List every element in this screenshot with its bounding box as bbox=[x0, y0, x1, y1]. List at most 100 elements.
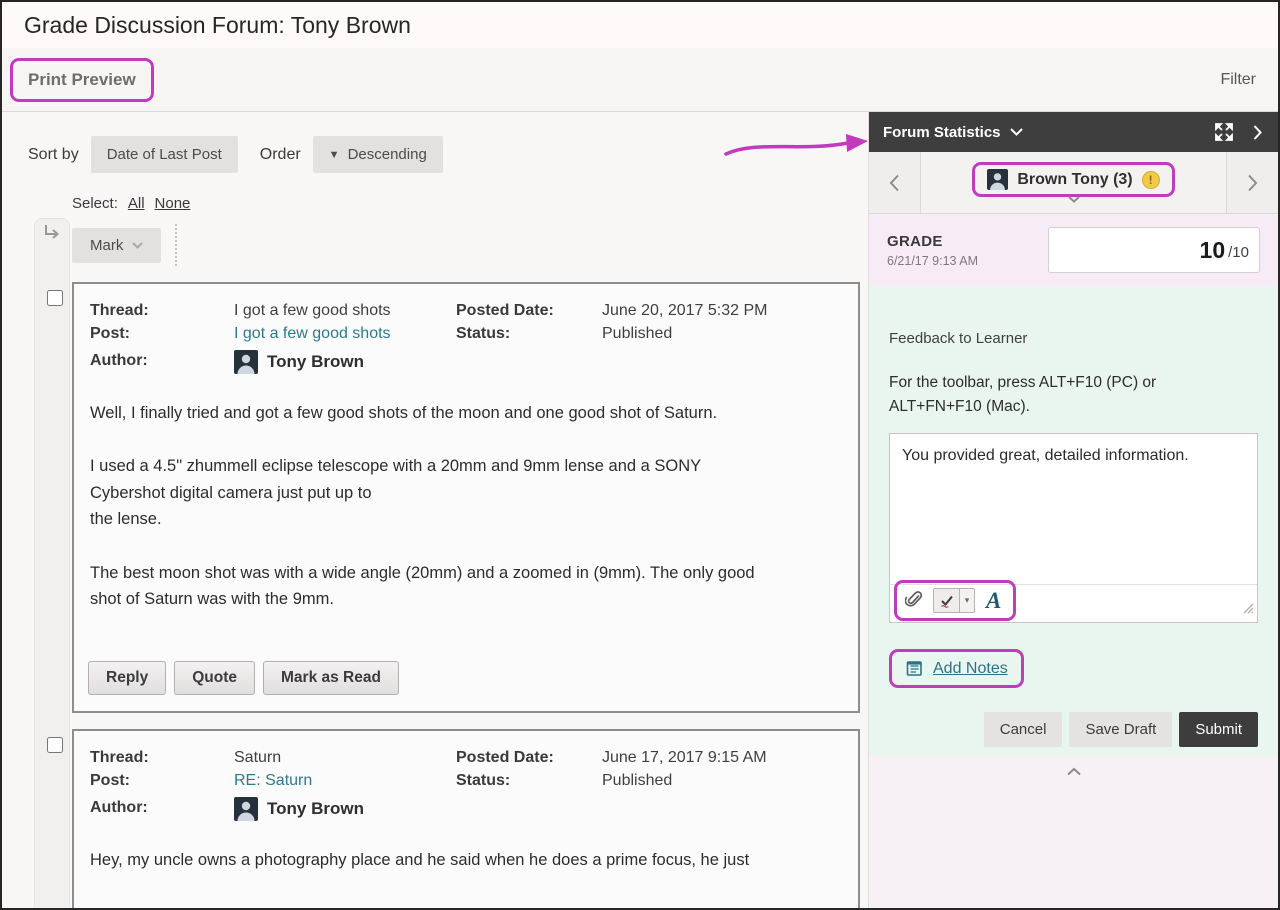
status-label: Status: bbox=[456, 772, 602, 790]
grade-section: GRADE 6/21/17 9:13 AM /10 bbox=[869, 214, 1278, 286]
post-meta: Thread: Saturn Posted Date: June 17, 201… bbox=[74, 731, 858, 821]
quote-button[interactable]: Quote bbox=[174, 661, 255, 695]
post-select-checkbox[interactable] bbox=[47, 290, 63, 306]
sort-by-label: Sort by bbox=[28, 146, 79, 164]
save-draft-button[interactable]: Save Draft bbox=[1069, 712, 1172, 747]
student-dropdown-icon[interactable] bbox=[1068, 196, 1080, 203]
thread-value: I got a few good shots bbox=[234, 302, 456, 320]
post-card: Thread: I got a few good shots Posted Da… bbox=[72, 282, 860, 713]
post-paragraph: Well, I finally tried and got a few good… bbox=[90, 400, 842, 426]
maximize-icon[interactable] bbox=[1215, 123, 1233, 141]
posted-date-label: Posted Date: bbox=[456, 302, 602, 320]
editor-toolbar: ▾ A bbox=[890, 584, 1257, 622]
student-selector[interactable]: Brown Tony (3) ! bbox=[972, 162, 1174, 197]
dotted-divider bbox=[175, 224, 177, 266]
toolbar-hint: For the toolbar, press ALT+F10 (PC) or A… bbox=[889, 371, 1211, 419]
author-label: Author: bbox=[90, 799, 234, 817]
submit-button[interactable]: Submit bbox=[1179, 712, 1258, 747]
print-preview-button[interactable]: Print Preview bbox=[14, 62, 150, 98]
student-avatar bbox=[987, 169, 1008, 190]
posted-date-value: June 20, 2017 5:32 PM bbox=[602, 302, 842, 320]
collapse-panel-icon[interactable] bbox=[1253, 125, 1262, 140]
action-bar: Print Preview Filter bbox=[2, 48, 1278, 112]
mark-as-read-button[interactable]: Mark as Read bbox=[263, 661, 399, 695]
order-button[interactable]: ▼ Descending bbox=[313, 136, 443, 173]
previous-student-button[interactable] bbox=[869, 152, 921, 213]
resize-handle[interactable] bbox=[1242, 601, 1254, 619]
post-paragraph: Hey, my uncle owns a photography place a… bbox=[90, 847, 842, 873]
mark-button-label: Mark bbox=[90, 237, 123, 254]
post-paragraph: I used a 4.5" zhummell eclipse telescope… bbox=[90, 453, 842, 532]
reply-button[interactable]: Reply bbox=[88, 661, 166, 695]
chevron-down-icon bbox=[132, 242, 143, 249]
feedback-buttons: Cancel Save Draft Submit bbox=[889, 712, 1258, 747]
mark-button[interactable]: Mark bbox=[72, 228, 161, 263]
character-format-icon[interactable]: A bbox=[984, 589, 1003, 612]
grade-out-of: /10 bbox=[1228, 244, 1249, 261]
post-row: Thread: I got a few good shots Posted Da… bbox=[38, 282, 860, 713]
collapse-feedback-icon[interactable] bbox=[889, 767, 1258, 776]
author-name: Tony Brown bbox=[267, 799, 364, 819]
student-name: Brown Tony (3) bbox=[1017, 171, 1132, 189]
current-student-area: Brown Tony (3) ! bbox=[921, 152, 1226, 213]
post-paragraph: The best moon shot was with a wide angle… bbox=[90, 560, 842, 613]
post-body: Well, I finally tried and got a few good… bbox=[74, 374, 858, 612]
add-notes-link[interactable]: Add Notes bbox=[933, 660, 1008, 678]
post-title-link[interactable]: I got a few good shots bbox=[234, 325, 456, 343]
annotation-add-notes-highlight: Add Notes bbox=[889, 649, 1024, 688]
order-button-label: Descending bbox=[348, 146, 427, 163]
grade-label: GRADE bbox=[887, 233, 978, 250]
post-title-link[interactable]: RE: Saturn bbox=[234, 772, 456, 790]
select-label: Select: bbox=[72, 195, 118, 212]
grading-pane: Forum Statistics bbox=[868, 112, 1278, 908]
status-label: Status: bbox=[456, 325, 602, 343]
posts-pane: Sort by Date of Last Post Order ▼ Descen… bbox=[2, 112, 868, 908]
notes-icon bbox=[905, 659, 924, 678]
next-student-button[interactable] bbox=[1226, 152, 1278, 213]
post-label: Post: bbox=[90, 325, 234, 343]
post-meta: Thread: I got a few good shots Posted Da… bbox=[74, 284, 858, 374]
app-window: Grade Discussion Forum: Tony Brown Print… bbox=[0, 0, 1280, 910]
needs-grading-icon: ! bbox=[1142, 171, 1160, 189]
post-label: Post: bbox=[90, 772, 234, 790]
select-all-link[interactable]: All bbox=[128, 195, 145, 212]
post-checkbox-col bbox=[38, 729, 72, 908]
forum-statistics-header: Forum Statistics bbox=[869, 112, 1278, 152]
spellcheck-dropdown-icon[interactable]: ▾ bbox=[960, 588, 975, 613]
branch-arrow-icon bbox=[43, 224, 61, 247]
order-label: Order bbox=[260, 146, 301, 164]
filter-button[interactable]: Filter bbox=[1220, 71, 1256, 89]
forum-statistics-dropdown-icon[interactable] bbox=[1010, 128, 1023, 136]
author-avatar bbox=[234, 350, 258, 374]
sort-by-button[interactable]: Date of Last Post bbox=[91, 136, 238, 173]
descending-arrow-icon: ▼ bbox=[329, 149, 340, 161]
grade-date: 6/21/17 9:13 AM bbox=[887, 254, 978, 268]
status-value: Published bbox=[602, 772, 842, 790]
post-select-checkbox[interactable] bbox=[47, 737, 63, 753]
paperclip-icon[interactable] bbox=[905, 591, 924, 610]
forum-statistics-title: Forum Statistics bbox=[883, 124, 1001, 141]
cancel-button[interactable]: Cancel bbox=[984, 712, 1063, 747]
grade-box: /10 bbox=[1048, 227, 1260, 273]
sort-controls: Sort by Date of Last Post Order ▼ Descen… bbox=[28, 136, 868, 173]
post-card: Thread: Saturn Posted Date: June 17, 201… bbox=[72, 729, 860, 908]
feedback-editor: You provided great, detailed information… bbox=[889, 433, 1258, 623]
page-header: Grade Discussion Forum: Tony Brown bbox=[2, 2, 1278, 48]
feedback-textarea[interactable]: You provided great, detailed information… bbox=[890, 434, 1257, 584]
mark-controls: Mark bbox=[72, 224, 868, 266]
thread-value: Saturn bbox=[234, 749, 456, 767]
post-row: Thread: Saturn Posted Date: June 17, 201… bbox=[38, 729, 860, 908]
post-checkbox-col bbox=[38, 282, 72, 713]
grade-input[interactable] bbox=[1115, 237, 1225, 264]
author-cell: Tony Brown bbox=[234, 350, 842, 374]
annotation-print-preview-highlight: Print Preview bbox=[10, 58, 154, 102]
feedback-label: Feedback to Learner bbox=[889, 286, 1258, 347]
feedback-section: Feedback to Learner For the toolbar, pre… bbox=[869, 286, 1278, 756]
post-body: Hey, my uncle owns a photography place a… bbox=[74, 821, 858, 873]
thread-label: Thread: bbox=[90, 749, 234, 767]
main-content: Sort by Date of Last Post Order ▼ Descen… bbox=[2, 112, 1278, 908]
thread-label: Thread: bbox=[90, 302, 234, 320]
select-none-link[interactable]: None bbox=[155, 195, 191, 212]
spellcheck-icon[interactable] bbox=[933, 588, 960, 613]
author-name: Tony Brown bbox=[267, 352, 364, 372]
